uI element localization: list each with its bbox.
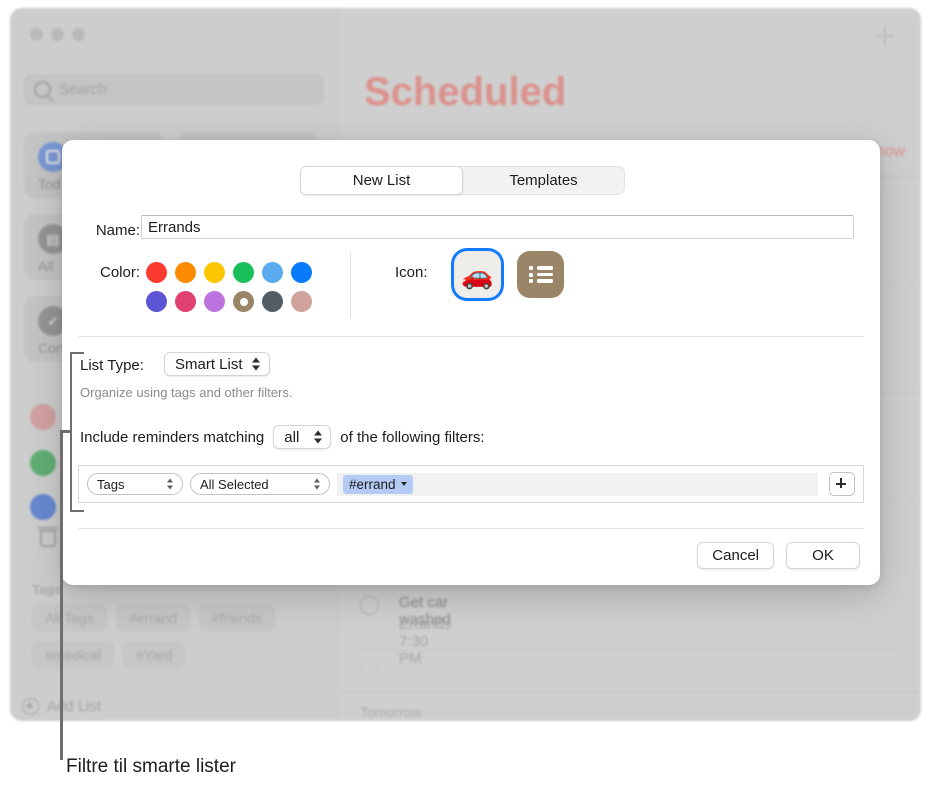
section-header: Tomorrow xyxy=(360,704,422,720)
match-prefix-label: Include reminders matching xyxy=(80,428,265,446)
color-swatch-blue[interactable] xyxy=(287,258,316,287)
tag-chip[interactable]: #errand xyxy=(115,604,191,632)
tag-chip-group: All Tags #errand #friends #medical #Yard xyxy=(32,604,322,669)
smart-card-all-label: All xyxy=(38,258,54,274)
list-icon xyxy=(30,404,56,430)
color-swatch-green[interactable] xyxy=(229,258,258,287)
list-icon xyxy=(30,494,56,520)
tab-templates[interactable]: Templates xyxy=(463,167,624,194)
dialog-footer: Cancel OK xyxy=(697,542,860,569)
filter-row: Tags All Selected #errand xyxy=(79,466,863,502)
chevron-updown-icon xyxy=(312,477,321,492)
color-swatch-brown[interactable] xyxy=(229,287,258,316)
tags-section-header: Tags xyxy=(32,582,62,597)
tag-token-label: #errand xyxy=(349,476,396,492)
tag-chip[interactable]: #Yard xyxy=(123,641,186,669)
list-bullets-icon[interactable] xyxy=(517,251,564,298)
color-swatch-orange[interactable] xyxy=(171,258,200,287)
callout-bracket xyxy=(70,352,84,512)
chevron-updown-icon xyxy=(252,357,261,372)
match-quantifier-select[interactable]: all xyxy=(273,425,332,449)
match-rule-row: Include reminders matching all of the fo… xyxy=(80,425,485,449)
page-title: Scheduled xyxy=(364,70,567,114)
chevron-updown-icon xyxy=(165,477,174,492)
add-list-label: Add List xyxy=(47,698,102,715)
add-filter-button[interactable] xyxy=(829,472,855,496)
section-divider xyxy=(350,252,351,318)
list-type-label: List Type: xyxy=(80,357,144,374)
color-swatch-slate[interactable] xyxy=(258,287,287,316)
chevron-down-icon xyxy=(400,482,407,486)
color-swatch-red[interactable] xyxy=(142,258,171,287)
color-swatch-light-blue[interactable] xyxy=(258,258,287,287)
color-swatch-yellow[interactable] xyxy=(200,258,229,287)
color-picker-label: Color: xyxy=(99,264,140,281)
filter-field-value: Tags xyxy=(97,476,125,492)
smart-card-today-label: Tod xyxy=(38,176,61,192)
search-placeholder: Search xyxy=(59,81,107,98)
new-list-dialog: New List Templates Name: Color: Icon: 🚗 xyxy=(62,140,880,585)
icon-choice-group: 🚗 xyxy=(454,251,564,298)
list-type-value: Smart List xyxy=(175,355,243,373)
filter-list-box: Tags All Selected #errand xyxy=(78,465,864,503)
plus-icon[interactable] xyxy=(875,26,895,46)
filter-token-field[interactable]: #errand xyxy=(337,472,818,496)
filter-condition-select[interactable]: All Selected xyxy=(190,473,330,495)
ok-button[interactable]: OK xyxy=(786,542,860,569)
color-swatch-indigo[interactable] xyxy=(142,287,171,316)
window-close-button[interactable] xyxy=(30,28,43,41)
window-zoom-button[interactable] xyxy=(72,28,85,41)
tag-chip[interactable]: #friends xyxy=(199,604,275,632)
match-suffix-label: of the following filters: xyxy=(340,428,485,446)
color-swatch-grid xyxy=(142,258,316,316)
color-swatch-pink[interactable] xyxy=(171,287,200,316)
tag-chip[interactable]: #medical xyxy=(32,641,115,669)
tag-chip[interactable]: All Tags xyxy=(32,604,107,632)
car-emoji-glyph: 🚗 xyxy=(461,259,494,290)
complete-circle-icon[interactable] xyxy=(360,658,379,677)
callout-caption: Filtre til smarte lister xyxy=(66,756,236,777)
window-minimize-button[interactable] xyxy=(51,28,64,41)
search-input[interactable]: Search xyxy=(24,74,324,105)
match-quantifier-value: all xyxy=(284,428,300,446)
callout-leader-line xyxy=(60,430,63,760)
color-swatch-purple[interactable] xyxy=(200,287,229,316)
show-completed-link[interactable]: how xyxy=(876,143,905,161)
filter-field-select[interactable]: Tags xyxy=(87,473,183,495)
list-type-select[interactable]: Smart List xyxy=(164,352,270,376)
name-field-label: Name: xyxy=(95,222,140,239)
tag-token[interactable]: #errand xyxy=(343,474,413,494)
plus-circle-icon xyxy=(22,698,39,715)
tab-new-list[interactable]: New List xyxy=(300,166,463,195)
search-icon xyxy=(34,81,51,98)
color-swatch-dusty-rose[interactable] xyxy=(287,287,316,316)
list-type-hint: Organize using tags and other filters. xyxy=(80,385,293,400)
dialog-tab-bar: New List Templates xyxy=(300,166,625,195)
icon-picker-label: Icon: xyxy=(395,264,428,281)
name-input[interactable] xyxy=(141,215,854,239)
list-icon xyxy=(30,450,56,476)
complete-circle-icon[interactable] xyxy=(360,596,379,615)
smart-card-completed-label: Con xyxy=(38,340,64,356)
reminder-subtitle: Errands 7:30 PM xyxy=(399,616,452,667)
car-emoji-icon[interactable]: 🚗 xyxy=(454,251,501,298)
cancel-button[interactable]: Cancel xyxy=(697,542,774,569)
horizontal-divider xyxy=(78,336,864,337)
filter-condition-value: All Selected xyxy=(200,476,269,492)
horizontal-divider xyxy=(78,528,864,529)
chevron-updown-icon xyxy=(313,430,322,445)
